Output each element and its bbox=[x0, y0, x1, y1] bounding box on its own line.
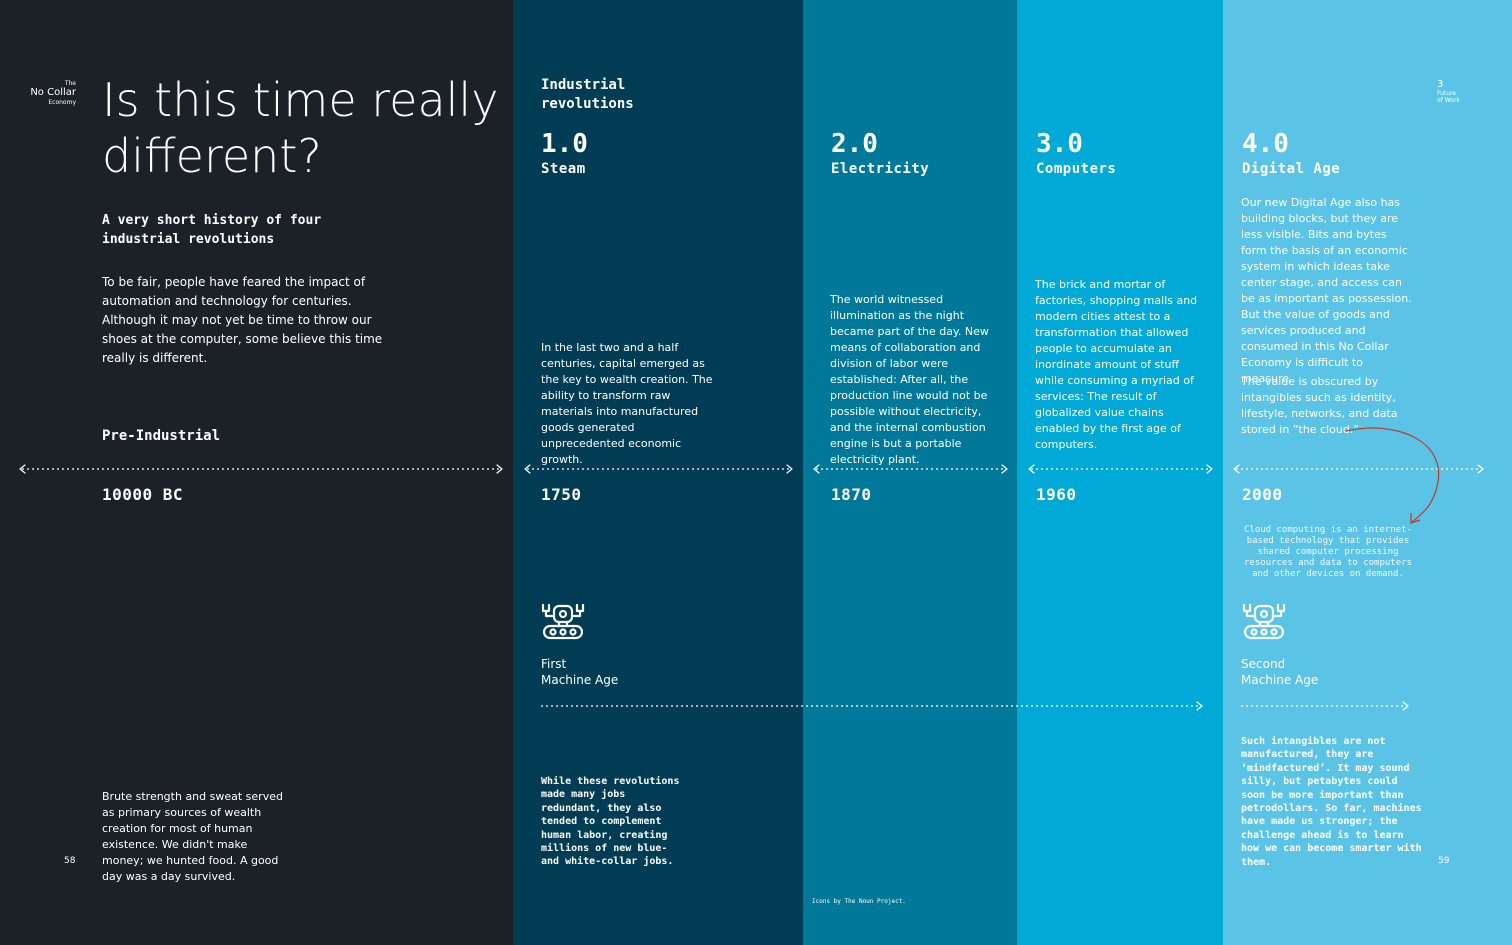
timeline-arrows bbox=[19, 427, 1484, 711]
cloud-callout-arrow bbox=[1345, 427, 1440, 523]
